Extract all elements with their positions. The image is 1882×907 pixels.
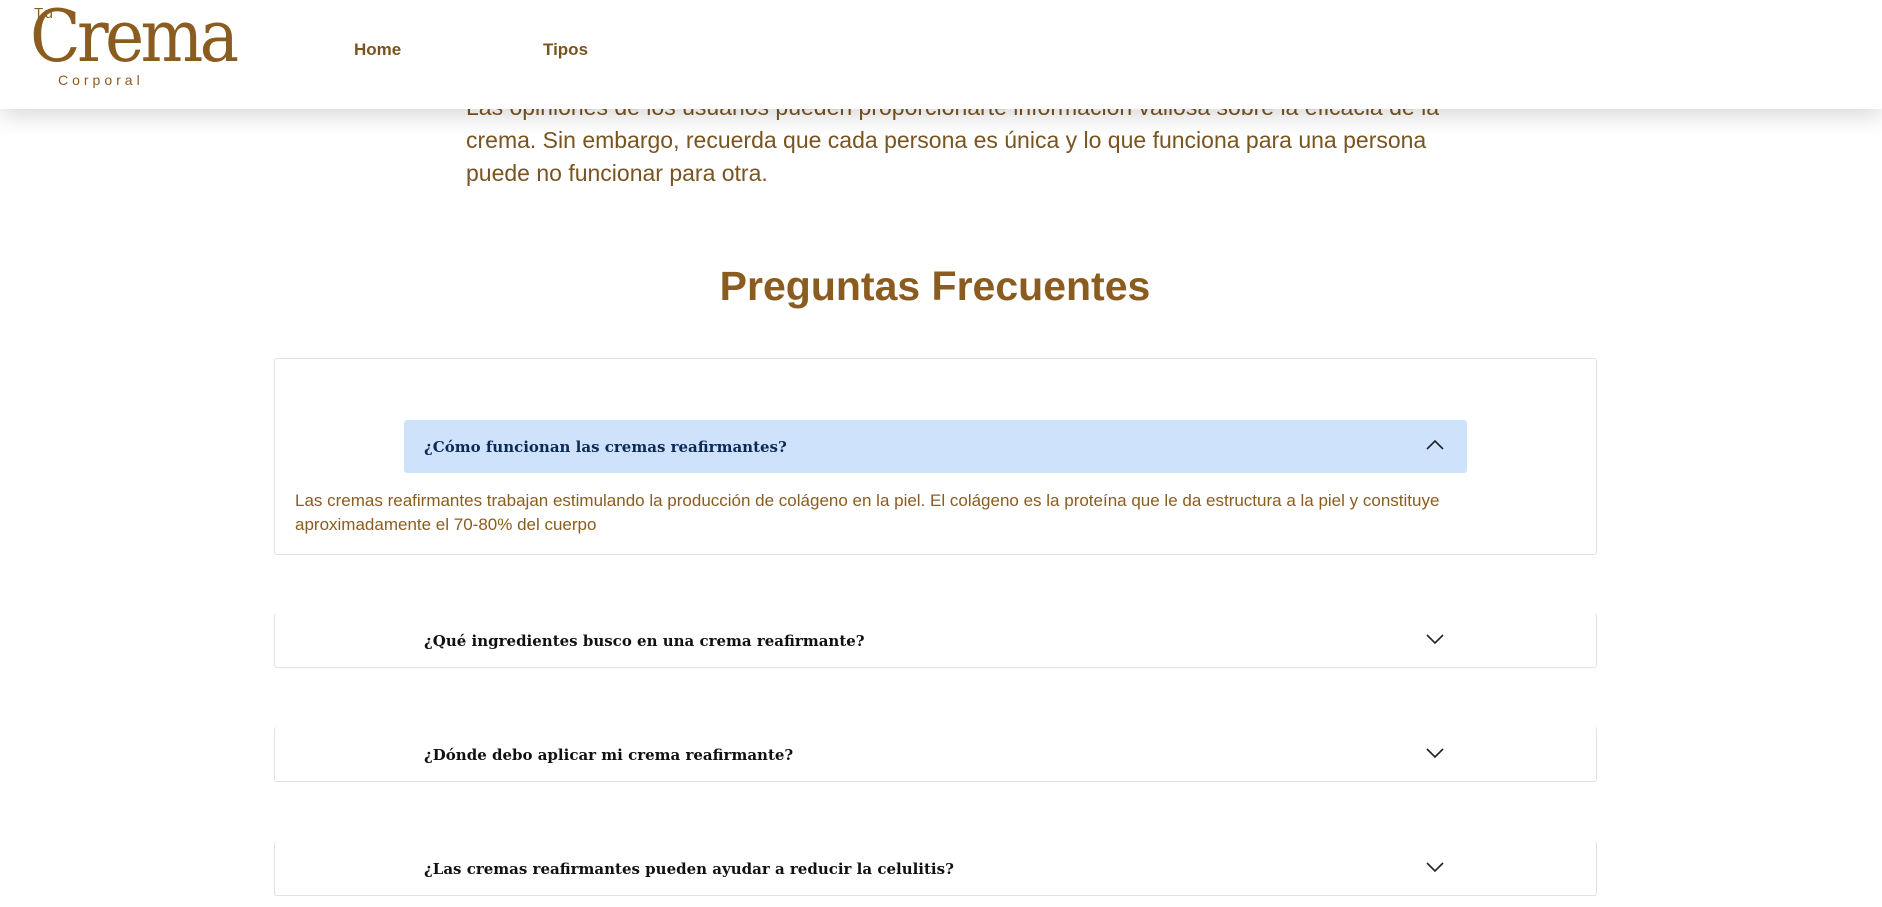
faq-question-button[interactable]: ¿Qué ingredientes busco en una crema rea…: [404, 614, 1467, 667]
faq-question-button[interactable]: ¿Dónde debo aplicar mi crema reafirmante…: [404, 728, 1467, 781]
site-header: Tu Crema Corporal Home Tipos: [0, 0, 1882, 109]
faq-title: Preguntas Frecuentes: [719, 263, 1151, 309]
faq-item: ¿Qué ingredientes busco en una crema rea…: [274, 613, 1597, 668]
chevron-down-icon: [1426, 862, 1444, 873]
faq-question-text: ¿Cómo funcionan las cremas reafirmantes?: [424, 437, 787, 456]
chevron-up-icon: [1426, 439, 1444, 450]
faq-item: ¿Cómo funcionan las cremas reafirmantes?…: [274, 358, 1597, 555]
logo-corporal: Corporal: [58, 72, 144, 88]
faq-question-text: ¿Dónde debo aplicar mi crema reafirmante…: [424, 745, 794, 764]
site-logo[interactable]: Tu Crema Corporal: [30, 0, 250, 92]
faq-question-button[interactable]: ¿Las cremas reafirmantes pueden ayudar a…: [404, 842, 1467, 895]
logo-crema: Crema: [30, 0, 239, 78]
faq-item: ¿Dónde debo aplicar mi crema reafirmante…: [274, 727, 1597, 782]
chevron-down-icon: [1426, 634, 1444, 645]
chevron-down-icon: [1426, 748, 1444, 759]
faq-question-text: ¿Qué ingredientes busco en una crema rea…: [424, 631, 865, 650]
faq-question-button[interactable]: ¿Cómo funcionan las cremas reafirmantes?: [404, 420, 1467, 473]
faq-question-text: ¿Las cremas reafirmantes pueden ayudar a…: [424, 859, 954, 878]
nav-home-link[interactable]: Home: [354, 40, 401, 60]
faq-item: ¿Las cremas reafirmantes pueden ayudar a…: [274, 841, 1597, 896]
nav-tipos-link[interactable]: Tipos: [543, 40, 588, 60]
faq-answer-text: Las cremas reafirmantes trabajan estimul…: [295, 491, 1440, 534]
